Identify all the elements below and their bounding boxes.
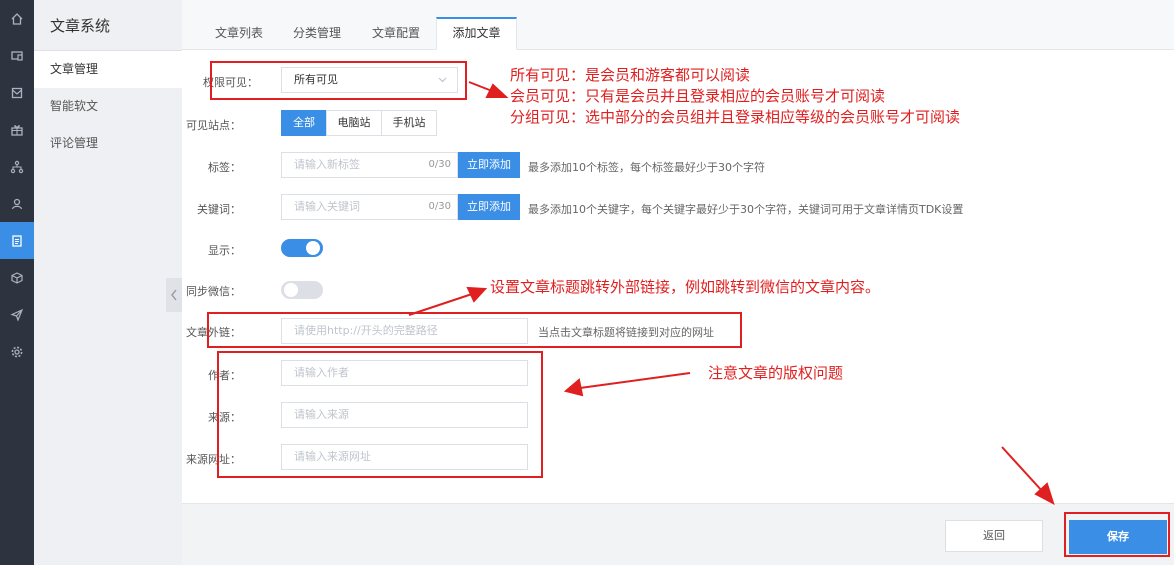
add-tag-button[interactable]: 立即添加 bbox=[458, 152, 520, 178]
icon-sidebar bbox=[0, 0, 34, 565]
toggle-knob bbox=[284, 283, 298, 297]
add-keyword-button[interactable]: 立即添加 bbox=[458, 194, 520, 220]
document-icon[interactable] bbox=[0, 222, 34, 259]
tab-add-article[interactable]: 添加文章 bbox=[436, 17, 517, 50]
keyword-char-count: 0/30 bbox=[428, 201, 451, 212]
tab-category-management[interactable]: 分类管理 bbox=[278, 17, 356, 50]
display-toggle[interactable] bbox=[281, 239, 323, 257]
wechat-sync-toggle[interactable] bbox=[281, 281, 323, 299]
subnav-item-smart-article[interactable]: 智能软文 bbox=[34, 88, 182, 125]
cube-icon[interactable] bbox=[0, 259, 34, 296]
back-button[interactable]: 返回 bbox=[945, 520, 1043, 552]
tab-article-list[interactable]: 文章列表 bbox=[200, 17, 278, 50]
permission-note-line-1: 所有可见：是会员和游客都可以阅读 bbox=[510, 66, 751, 84]
external-link-note: 设置文章标题跳转外部链接，例如跳转到微信的文章内容。 bbox=[490, 278, 881, 296]
send-icon[interactable] bbox=[0, 296, 34, 333]
tag-char-count: 0/30 bbox=[428, 159, 451, 170]
site-option-mobile[interactable]: 手机站 bbox=[381, 110, 437, 136]
keywords-label: 关键词： bbox=[197, 203, 241, 216]
gear-icon[interactable] bbox=[0, 333, 34, 370]
visible-site-label: 可见站点： bbox=[186, 119, 241, 132]
home-icon[interactable] bbox=[0, 0, 34, 37]
network-icon[interactable] bbox=[0, 148, 34, 185]
permission-note-line-3: 分组可见：选中部分的会员组并且登录相应等级的会员账号才可阅读 bbox=[510, 108, 961, 126]
subnav-item-article-management[interactable]: 文章管理 bbox=[34, 51, 182, 88]
site-option-pc[interactable]: 电脑站 bbox=[326, 110, 382, 136]
toggle-knob bbox=[306, 241, 320, 255]
external-link-highlight-box bbox=[207, 312, 742, 348]
tag-input[interactable]: 请输入新标签 0/30 bbox=[281, 152, 458, 178]
tab-bar: 文章列表 分类管理 文章配置 添加文章 bbox=[182, 0, 1174, 50]
tab-article-config[interactable]: 文章配置 bbox=[357, 17, 435, 50]
users-icon[interactable] bbox=[0, 185, 34, 222]
keyword-input[interactable]: 请输入关键词 0/30 bbox=[281, 194, 458, 220]
save-highlight-box bbox=[1064, 512, 1170, 557]
subnav-item-comment-management[interactable]: 评论管理 bbox=[34, 125, 182, 162]
tags-label: 标签： bbox=[208, 161, 241, 174]
site-option-all[interactable]: 全部 bbox=[281, 110, 327, 136]
tag-input-placeholder: 请输入新标签 bbox=[294, 158, 360, 171]
subnav-title: 文章系统 bbox=[50, 17, 111, 35]
permission-highlight-box bbox=[210, 61, 467, 100]
keyword-input-placeholder: 请输入关键词 bbox=[294, 200, 360, 213]
monitor-icon[interactable] bbox=[0, 37, 34, 74]
permission-note-line-2: 会员可见：只有是会员并且登录相应的会员账号才可阅读 bbox=[510, 87, 886, 105]
subnav-panel: 文章系统 文章管理 智能软文 评论管理 bbox=[34, 0, 182, 565]
copyright-highlight-box bbox=[217, 351, 543, 478]
copyright-note: 注意文章的版权问题 bbox=[708, 364, 844, 382]
display-label: 显示： bbox=[208, 244, 241, 257]
keywords-hint: 最多添加10个关键字，每个关键字最好少于30个字符，关键词可用于文章详情页TDK… bbox=[528, 203, 964, 216]
mail-icon[interactable] bbox=[0, 74, 34, 111]
tags-hint: 最多添加10个标签，每个标签最好少于30个字符 bbox=[528, 161, 765, 174]
gift-icon[interactable] bbox=[0, 111, 34, 148]
form-footer: 返回 保存 bbox=[182, 503, 1174, 565]
wechat-sync-label: 同步微信： bbox=[186, 285, 241, 298]
